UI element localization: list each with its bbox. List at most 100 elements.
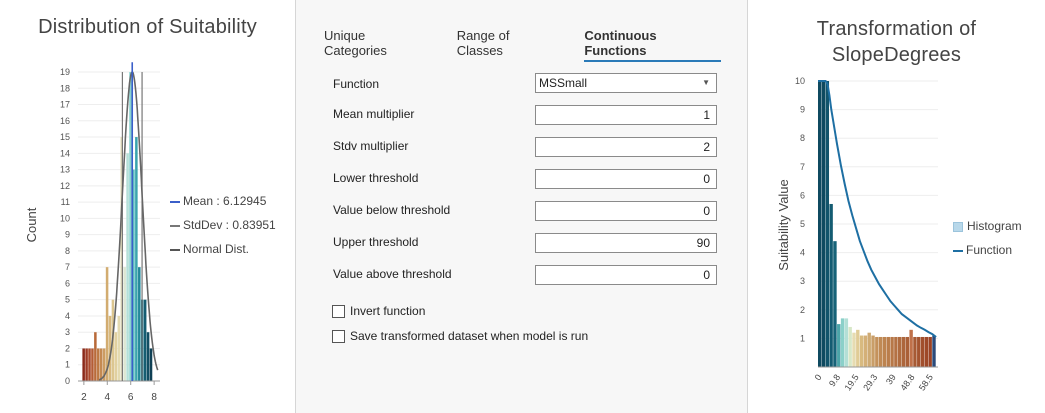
y-tick-label: 7 [800,162,805,172]
suitability-axis-label: Suitability Value [776,179,791,271]
histogram-bar [135,137,138,381]
histogram-bar [924,336,929,367]
save-dataset-checkbox[interactable] [332,329,345,343]
value-above-threshold-label: Value above threshold [333,267,452,281]
x-tick-label: 39 [884,372,898,386]
histogram-bar [126,153,129,381]
y-tick-label: 3 [800,276,805,286]
y-tick-label: 9 [65,230,70,240]
histogram-bar [932,335,936,367]
y-tick-label: 10 [795,76,805,86]
histogram-bar [913,336,917,367]
x-tick-label: 0 [813,372,824,382]
histogram-bar [875,336,879,367]
y-tick-label: 9 [800,105,805,115]
histogram-bar [894,336,898,367]
y-tick-label: 1 [800,333,805,343]
histogram-bar [871,335,875,367]
mean-multiplier-field[interactable]: 1 [535,105,717,125]
histogram-bar [97,348,100,381]
x-tick-label: 2 [81,392,87,403]
histogram-bar [890,336,894,367]
histogram-bar [91,348,94,381]
histogram-bar [94,332,97,381]
save-dataset-option[interactable]: Save transformed dataset when model is r… [332,329,588,343]
legend-stddev-label: StdDev : 0.83951 [183,218,276,232]
function-label: Function [333,77,380,91]
y-tick-label: 0 [65,376,70,386]
legend-normal-label: Normal Dist. [183,242,250,256]
value-above-threshold-field[interactable]: 0 [535,265,717,285]
y-tick-label: 6 [65,278,70,288]
histogram-bar [123,267,126,381]
lower-threshold-field[interactable]: 0 [535,169,717,189]
histogram-bar [82,348,85,381]
y-tick-label: 4 [800,248,805,258]
count-axis-label: Count [24,207,39,242]
histogram-bar [129,72,132,381]
y-tick-label: 10 [60,213,70,223]
histogram-bar [852,332,856,367]
legend-normal: Normal Dist. [170,242,249,256]
function-select-value: MSSmall [539,76,588,90]
save-dataset-label: Save transformed dataset when model is r… [350,329,589,343]
x-tick-label: 8 [151,392,157,403]
stddev-line-swatch [170,224,180,227]
upper-threshold-label: Upper threshold [333,235,419,249]
histogram-bar [901,336,906,367]
tab-continuous-functions[interactable]: Continuous Functions [584,28,721,62]
invert-function-option[interactable]: Invert function [332,304,425,318]
stdv-multiplier-field[interactable]: 2 [535,137,717,157]
histogram-bar [867,332,871,367]
x-tick-label: 29.3 [861,372,879,392]
value-below-threshold-label: Value below threshold [333,203,451,217]
invert-function-checkbox[interactable] [332,304,345,318]
chevron-down-icon: ▼ [702,78,710,87]
histogram-bar [909,329,913,367]
histogram-bar [825,81,830,367]
y-tick-label: 1 [65,360,70,370]
normal-line-swatch [170,248,180,251]
y-tick-label: 5 [800,219,805,229]
tab-range-of-classes[interactable]: Range of Classes [457,28,559,62]
legend-function: Function [953,243,1012,257]
histogram-bar [917,336,921,367]
x-tick-label: 9.8 [827,372,842,388]
y-tick-label: 4 [65,311,70,321]
upper-threshold-field[interactable]: 90 [535,233,717,253]
histogram-bar [882,336,887,367]
histogram-bar [905,336,910,367]
function-select[interactable]: MSSmall ▼ [535,73,717,93]
histogram-bar [149,348,153,381]
lower-threshold-label: Lower threshold [333,171,419,185]
histogram-bar [863,335,868,367]
y-tick-label: 17 [60,100,70,110]
histogram-bar [837,324,841,367]
histogram-bar [117,315,121,381]
histogram-bar [844,318,849,367]
value-below-threshold-field[interactable]: 0 [535,201,717,221]
x-tick-label: 19.5 [843,372,861,392]
transformation-panel: Transformation of SlopeDegrees Suitabili… [748,0,1045,413]
transformation-chart: Suitability Value 1 2 3 4 5 6 7 8 9 10 0 9.8 19.5 29.… [776,76,938,393]
transformation-settings-panel: Unique Categories Range of Classes Conti… [296,0,748,413]
y-tick-label: 6 [800,190,805,200]
legend-stddev: StdDev : 0.83951 [170,218,276,232]
distribution-panel: Distribution of Suitability Count 012345… [0,0,296,413]
histogram-bar [898,336,902,367]
histogram-bar [138,267,141,381]
histogram-bar [928,336,932,367]
invert-function-label: Invert function [350,304,426,318]
method-tabs: Unique Categories Range of Classes Conti… [324,28,747,62]
histogram-bar [818,81,822,367]
y-tick-label: 7 [65,262,70,272]
histogram-bar [856,329,860,367]
x-tick-label: 58.5 [917,372,935,392]
histogram-bar [848,326,852,367]
histogram-swatch [953,221,963,232]
tab-unique-categories[interactable]: Unique Categories [324,28,431,62]
histogram-bar [878,336,883,367]
histogram-bar [829,203,833,367]
histogram-bar [833,241,837,367]
mean-multiplier-label: Mean multiplier [333,107,415,121]
